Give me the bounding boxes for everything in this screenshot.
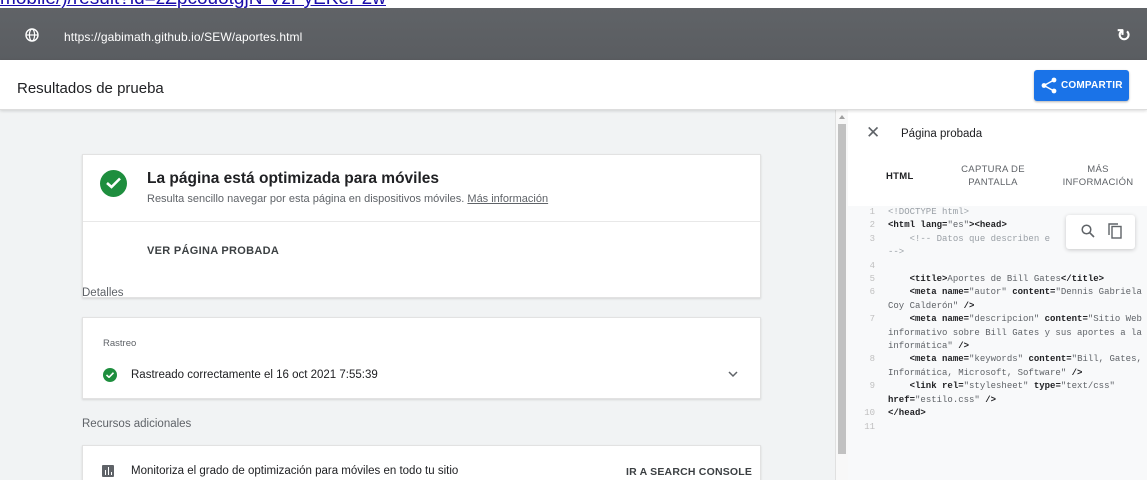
line-number: 3 — [869, 233, 875, 244]
code-text: <!-- Datos que describen e — [909, 233, 1051, 244]
scroll-up-arrow[interactable] — [839, 115, 845, 119]
search-console-link[interactable]: IR A SEARCH CONSOLE — [626, 466, 752, 478]
chevron-down-icon[interactable] — [728, 370, 738, 378]
monitor-text: Monitoriza el grado de optimización para… — [131, 465, 459, 477]
crawl-card[interactable]: Rastreo Rastreado correctamente el 16 oc… — [82, 317, 761, 399]
line-number: 8 — [869, 354, 875, 365]
result-heading: La página está optimizada para móviles — [147, 170, 440, 187]
line-number: 11 — [864, 421, 875, 432]
result-description-text: Resulta sencillo navegar por esta página… — [147, 193, 465, 205]
crawl-status: Rastreado correctamente el 16 oct 2021 7… — [131, 369, 378, 381]
tab-more-info[interactable]: MÁS INFORMACIÓN — [1053, 163, 1143, 189]
result-card: La página está optimizada para móviles R… — [82, 154, 761, 298]
code-line: 8 <meta name="keywords" content="Bill, G… — [848, 353, 1147, 380]
check-circle-icon — [100, 170, 127, 197]
page-title: Resultados de prueba — [17, 80, 164, 97]
code-text: <link rel="stylesheet" type="text/css" h… — [888, 381, 1115, 405]
code-line: 4 — [848, 260, 1147, 273]
code-line: 11 — [848, 421, 1147, 434]
check-circle-icon — [103, 368, 117, 382]
page-header: Resultados de prueba COMPARTIR — [0, 60, 1147, 110]
code-tools — [1066, 215, 1135, 249]
details-heading: Detalles — [82, 287, 124, 299]
line-number: 10 — [864, 408, 875, 419]
code-text: <meta name="descripcion" content="Sitio … — [888, 314, 1147, 352]
scrollbar[interactable] — [835, 110, 848, 480]
chart-icon — [102, 465, 114, 477]
result-description: Resulta sencillo navegar por esta página… — [147, 193, 548, 205]
tab-html[interactable]: HTML — [886, 170, 914, 183]
line-number: 7 — [869, 314, 875, 325]
code-text: --> — [888, 247, 905, 258]
code-line: 9 <link rel="stylesheet" type="text/css"… — [848, 380, 1147, 407]
view-tested-page-button[interactable]: VER PÁGINA PROBADA — [147, 245, 279, 257]
close-icon[interactable]: ✕ — [866, 123, 880, 143]
resource-card: Monitoriza el grado de optimización para… — [82, 445, 761, 480]
code-line: 7 <meta name="descripcion" content="Siti… — [848, 313, 1147, 353]
code-text: <title>Aportes de Bill Gates</title> — [909, 274, 1105, 285]
results-area: La página está optimizada para móviles R… — [0, 110, 835, 480]
divider — [83, 221, 760, 222]
scrollbar-thumb[interactable] — [838, 124, 846, 454]
tested-page-panel: ✕ Página probada HTML CAPTURA DE PANTALL… — [848, 110, 1147, 480]
code-text: </head> — [888, 408, 926, 419]
line-number: 5 — [869, 274, 875, 285]
code-text: <meta name="autor" content="Dennis Gabri… — [888, 287, 1147, 311]
share-icon — [1041, 77, 1057, 94]
line-number: 9 — [869, 381, 875, 392]
code-line: 5 <title>Aportes de Bill Gates</title> — [848, 273, 1147, 286]
crawl-label: Rastreo — [103, 338, 137, 349]
tab-screenshot[interactable]: CAPTURA DE PANTALLA — [953, 163, 1033, 189]
page-link-text[interactable]: mobile/)/result?id=zZpcouotgjN-VzPyEKeP2… — [0, 0, 386, 8]
url-text[interactable]: https://gabimath.github.io/SEW/aportes.h… — [64, 30, 302, 44]
search-icon[interactable] — [1081, 224, 1095, 238]
copy-icon[interactable] — [1108, 223, 1122, 239]
reload-icon[interactable]: ↻ — [1117, 26, 1131, 46]
share-label: COMPARTIR — [1061, 80, 1123, 91]
more-info-link[interactable]: Más información — [467, 193, 548, 205]
line-number: 2 — [869, 220, 875, 231]
additional-resources-heading: Recursos adicionales — [82, 418, 192, 430]
line-number: 1 — [869, 207, 875, 217]
page-link-fragment[interactable]: mobile/)/result?id=zZpcouotgjN-VzPyEKeP2… — [0, 0, 1147, 8]
code-text: <!DOCTYPE html> — [888, 207, 970, 217]
globe-icon — [25, 28, 39, 42]
code-line: 6 <meta name="autor" content="Dennis Gab… — [848, 286, 1147, 313]
code-text: <html lang="es"><head> — [888, 220, 1007, 231]
line-number: 4 — [869, 260, 875, 271]
code-line: 10 </head> — [848, 407, 1147, 420]
line-number: 6 — [869, 287, 875, 298]
panel-title: Página probada — [901, 128, 983, 140]
code-text: <meta name="keywords" content="Bill, Gat… — [888, 354, 1147, 378]
share-button[interactable]: COMPARTIR — [1034, 70, 1129, 101]
address-bar: https://gabimath.github.io/SEW/aportes.h… — [0, 8, 1147, 60]
